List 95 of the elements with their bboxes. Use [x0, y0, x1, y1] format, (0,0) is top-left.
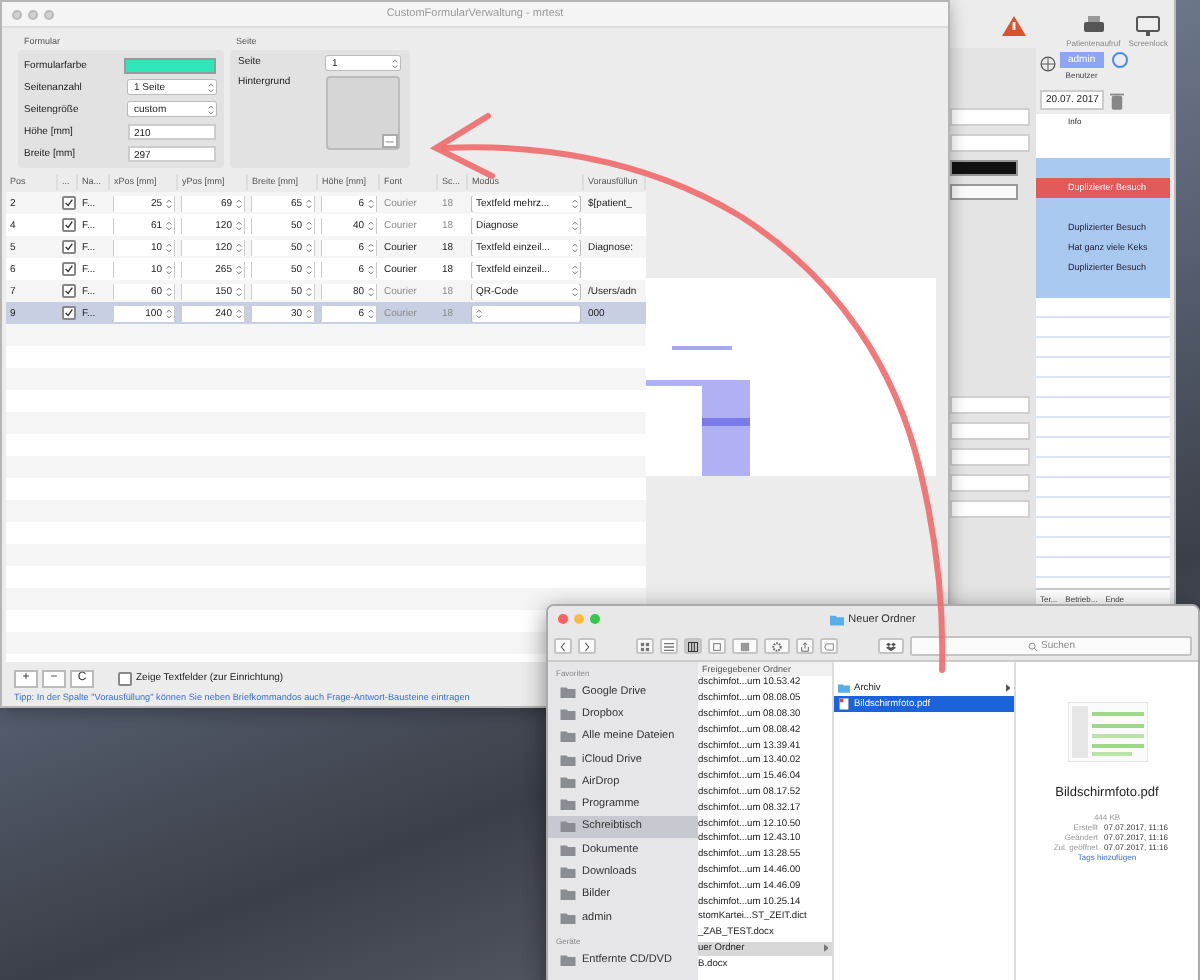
stepper-icon[interactable] — [306, 307, 312, 319]
help-icon[interactable] — [1111, 52, 1128, 68]
forward-button[interactable] — [578, 638, 596, 654]
stepper-icon[interactable] — [236, 219, 242, 231]
close-button[interactable] — [12, 9, 22, 19]
popup-arrows-icon — [476, 307, 482, 319]
checkbox[interactable] — [62, 284, 76, 298]
chevron-left-icon — [558, 641, 568, 651]
list-view-button[interactable] — [660, 638, 678, 654]
stepper-icon[interactable] — [236, 285, 242, 297]
stepper-icon[interactable] — [306, 285, 312, 297]
checkmark-icon — [64, 198, 74, 208]
color-swatch[interactable] — [950, 160, 1018, 176]
document-thumbnail — [1067, 702, 1147, 762]
share-button[interactable] — [796, 638, 814, 654]
popup-arrows-icon — [572, 241, 578, 253]
input-field[interactable] — [950, 108, 1030, 126]
field-layout-drawing — [646, 346, 750, 476]
checkbox[interactable] — [62, 196, 76, 210]
color-swatch[interactable] — [950, 184, 1018, 200]
popup-arrows-icon — [572, 263, 578, 275]
input-field[interactable] — [950, 474, 1030, 492]
tag-icon — [824, 641, 834, 651]
document-icon — [838, 698, 850, 710]
checkbox[interactable] — [62, 218, 76, 232]
color-well[interactable] — [124, 57, 216, 73]
icon-view-button[interactable] — [636, 638, 654, 654]
checkmark-icon — [64, 286, 74, 296]
stepper-icon[interactable] — [236, 263, 242, 275]
checkbox[interactable] — [62, 262, 76, 276]
checkmark-icon — [64, 220, 74, 230]
stepper-icon[interactable] — [166, 263, 172, 275]
zoom-button[interactable] — [590, 614, 600, 624]
search-icon — [1027, 641, 1038, 651]
stepper-icon[interactable] — [166, 241, 172, 253]
list-icon — [664, 641, 674, 651]
dropbox-button[interactable] — [878, 638, 904, 654]
column-view-button[interactable] — [684, 638, 702, 654]
stepper-icon[interactable] — [166, 307, 172, 319]
tag-button[interactable] — [820, 638, 838, 654]
input-field[interactable] — [950, 134, 1030, 152]
stepper-icon[interactable] — [392, 57, 398, 69]
checkmark-icon — [64, 308, 74, 318]
stepper-icon[interactable] — [236, 307, 242, 319]
folder-icon — [560, 953, 576, 966]
share-icon — [800, 641, 810, 651]
checkmark-icon — [64, 242, 74, 252]
stepper-icon[interactable] — [166, 285, 172, 297]
monitor-icon[interactable] — [1136, 16, 1161, 36]
stepper-icon[interactable] — [236, 197, 242, 209]
folder-icon — [830, 613, 845, 625]
settings-button[interactable] — [764, 638, 790, 654]
input-field[interactable] — [950, 396, 1030, 414]
stepper-icon[interactable] — [368, 241, 374, 253]
dropdown[interactable] — [950, 448, 1030, 466]
popup-arrows-icon — [208, 81, 214, 93]
checkbox[interactable] — [118, 671, 132, 685]
printer-icon[interactable] — [1081, 16, 1106, 36]
checkbox[interactable] — [62, 306, 76, 320]
dropdown[interactable] — [950, 422, 1030, 440]
trash-icon[interactable] — [1110, 91, 1125, 109]
stepper-icon[interactable] — [368, 263, 374, 275]
checkbox[interactable] — [62, 240, 76, 254]
zoom-button[interactable] — [44, 9, 54, 19]
grid-icon — [640, 641, 650, 651]
back-button[interactable] — [554, 638, 572, 654]
stepper-icon[interactable] — [368, 197, 374, 209]
globe-icon[interactable] — [1040, 56, 1056, 72]
popup-arrows-icon — [572, 197, 578, 209]
stepper-icon[interactable] — [368, 285, 374, 297]
stepper-icon[interactable] — [306, 263, 312, 275]
popup-arrows-icon — [572, 219, 578, 231]
settings-icon — [772, 641, 782, 651]
stepper-icon[interactable] — [368, 219, 374, 231]
box-icon — [886, 641, 896, 651]
checkmark-icon — [64, 264, 74, 274]
square-icon — [712, 641, 722, 651]
input-field[interactable] — [950, 500, 1030, 518]
chevron-right-icon — [582, 641, 592, 651]
popup-arrows-icon — [572, 285, 578, 297]
gallery-view-button[interactable] — [708, 638, 726, 654]
stepper-icon[interactable] — [306, 241, 312, 253]
warning-icon[interactable] — [1002, 16, 1027, 36]
square-icon — [740, 641, 750, 651]
stepper-icon[interactable] — [166, 219, 172, 231]
popup-arrows-icon — [208, 103, 214, 115]
stepper-icon[interactable] — [306, 197, 312, 209]
minimize-button[interactable] — [28, 9, 38, 19]
stepper-icon[interactable] — [166, 197, 172, 209]
columns-icon — [688, 641, 698, 651]
stepper-icon[interactable] — [306, 219, 312, 231]
close-button[interactable] — [558, 614, 568, 624]
stepper-icon[interactable] — [368, 307, 374, 319]
stepper-icon[interactable] — [236, 241, 242, 253]
arrange-button[interactable] — [732, 638, 758, 654]
